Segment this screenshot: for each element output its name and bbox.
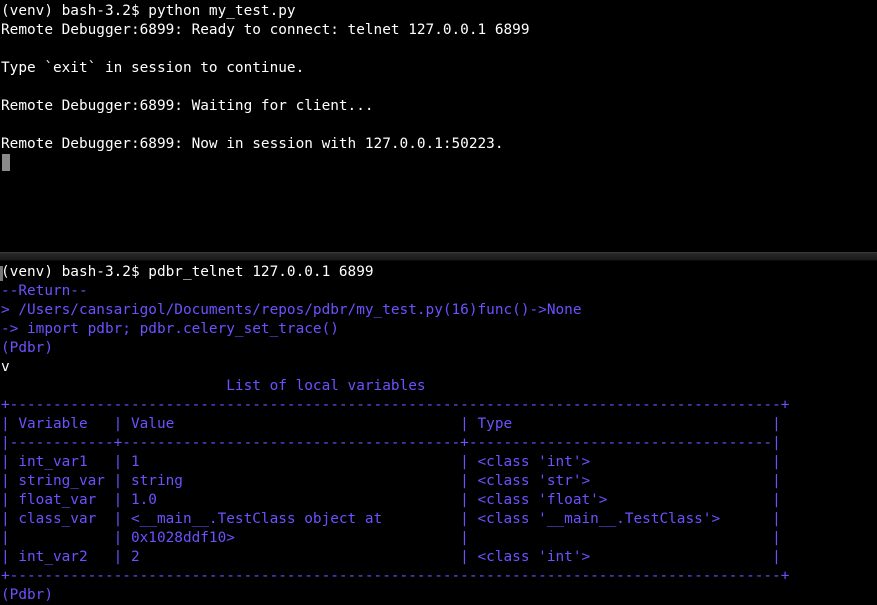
table-row: | string_var | string | <class 'str'> | (1, 473, 781, 489)
exit-hint-line: Type `exit` in session to continue. (1, 60, 305, 76)
table-header-row: | Variable | Value | Type | (1, 416, 781, 432)
pane-divider[interactable] (0, 252, 877, 261)
arrow-line: -> import pdbr; pdbr.celery_set_trace() (1, 321, 339, 337)
location-line: > /Users/cansarigol/Documents/repos/pdbr… (1, 302, 582, 318)
table-header-separator: |------------+--------------------------… (1, 435, 781, 451)
bottom-prompt-line: (venv) bash-3.2$ pdbr_telnet 127.0.0.1 6… (1, 264, 374, 280)
bottom-terminal-pane[interactable]: (venv) bash-3.2$ pdbr_telnet 127.0.0.1 6… (0, 261, 877, 605)
debugger-ready-line: Remote Debugger:6899: Ready to connect: … (1, 22, 530, 38)
terminal-cursor (2, 154, 10, 171)
table-row: | | 0x1028ddf10> | | (1, 530, 781, 546)
table-row: | int_var1 | 1 | <class 'int'> | (1, 454, 781, 470)
table-title: List of local variables (1, 378, 426, 394)
return-line: --Return-- (1, 283, 88, 299)
table-row: | int_var2 | 2 | <class 'int'> | (1, 549, 781, 565)
table-border-bottom: +---------------------------------------… (1, 568, 790, 584)
top-prompt-line: (venv) bash-3.2$ python my_test.py (1, 3, 296, 19)
command-line: v (1, 359, 10, 375)
session-line: Remote Debugger:6899: Now in session wit… (1, 136, 504, 152)
table-row: | float_var | 1.0 | <class 'float'> | (1, 492, 781, 508)
table-row: | class_var | <__main__.TestClass object… (1, 511, 781, 527)
pdbr-prompt: (Pdbr) (1, 340, 53, 356)
table-border-top: +---------------------------------------… (1, 397, 790, 413)
top-terminal-pane[interactable]: (venv) bash-3.2$ python my_test.py Remot… (0, 0, 877, 252)
pdbr-prompt: (Pdbr) (1, 587, 53, 603)
waiting-line: Remote Debugger:6899: Waiting for client… (1, 98, 374, 114)
